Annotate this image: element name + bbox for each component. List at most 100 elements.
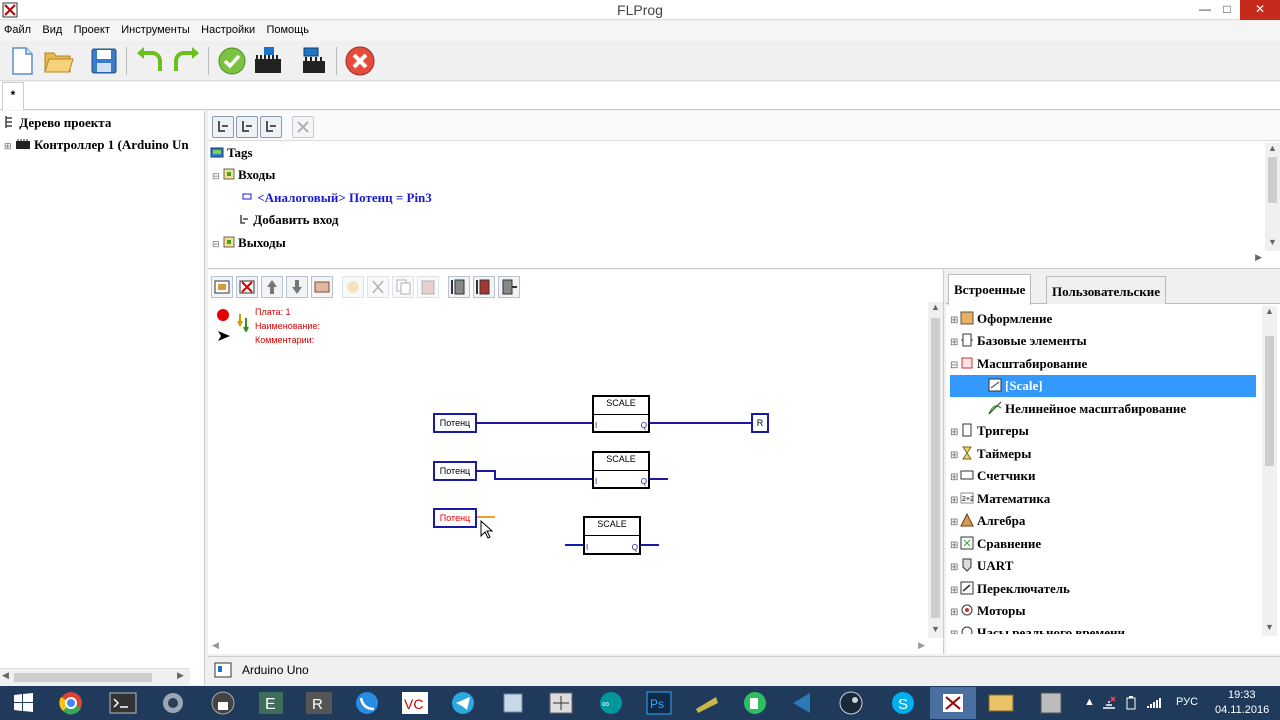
taskbar-active-flprog[interactable] xyxy=(930,687,976,719)
scrollbar-thumb[interactable] xyxy=(931,318,940,618)
copy-button[interactable] xyxy=(392,276,414,298)
clock-time[interactable]: 19:33 xyxy=(1228,689,1256,701)
compile-icon[interactable] xyxy=(252,45,284,77)
tags-outputs-group[interactable]: ⊟ Выходы xyxy=(212,235,286,255)
library-item[interactable]: Нелинейное масштабирование xyxy=(950,398,1256,420)
evernote-icon[interactable] xyxy=(736,689,774,717)
library-item[interactable]: ⊞ Часы реального времени xyxy=(950,622,1256,634)
connection-wire[interactable] xyxy=(650,422,752,424)
expand-icon[interactable]: ⊞ xyxy=(950,562,960,573)
tag-item-potentiometer[interactable]: <Аналоговый> Потенц = Pin3 xyxy=(242,190,432,210)
photoshop-icon[interactable]: Ps xyxy=(640,689,678,717)
upload-icon[interactable] xyxy=(298,45,330,77)
messenger-icon[interactable] xyxy=(154,689,192,717)
library-item[interactable]: ⊞ Моторы xyxy=(950,600,1256,622)
expand-icon[interactable]: ⊞ xyxy=(950,472,960,483)
expand-icon[interactable]: ⊞ xyxy=(950,517,960,528)
scroll-down-icon[interactable]: ▼ xyxy=(931,624,940,634)
open-folder-icon[interactable] xyxy=(42,45,74,77)
horizontal-scrollbar[interactable]: ◀ ▶ xyxy=(0,668,190,685)
connection-wire[interactable] xyxy=(477,422,593,424)
new-file-icon[interactable] xyxy=(6,45,38,77)
expand-icon[interactable]: ⊞ xyxy=(950,629,960,634)
tray-expand-icon[interactable]: ▲ xyxy=(1084,696,1095,708)
terminal-icon[interactable] xyxy=(104,689,142,717)
expand-icon[interactable]: ⊞ xyxy=(950,315,960,326)
tags-inputs-group[interactable]: ⊟ Входы xyxy=(212,167,275,187)
editor-e-icon[interactable]: E xyxy=(252,689,290,717)
menu-view[interactable]: Вид xyxy=(38,21,66,36)
add-input-button[interactable] xyxy=(212,116,234,138)
delete-board-button[interactable] xyxy=(236,276,258,298)
windows-start-icon[interactable] xyxy=(4,689,42,717)
menu-file[interactable]: Файл xyxy=(0,21,35,36)
maximize-button[interactable]: □ xyxy=(1212,0,1242,20)
delete-tag-button[interactable] xyxy=(292,116,314,138)
library-item[interactable]: ⊞ Счетчики xyxy=(950,465,1256,487)
block-input-pin[interactable]: I xyxy=(586,543,588,552)
library-item[interactable]: ⊞ Переключатель xyxy=(950,578,1256,600)
chrome-icon[interactable] xyxy=(52,689,90,717)
controller-icon[interactable] xyxy=(214,661,232,679)
library-item[interactable]: ⊞ Базовые элементы xyxy=(950,330,1256,352)
library-item-scale-selected[interactable]: [Scale] xyxy=(950,375,1256,397)
expand-icon[interactable]: ⊞ xyxy=(950,495,960,506)
add-variable-button[interactable] xyxy=(260,116,282,138)
scroll-up-icon[interactable]: ▲ xyxy=(1265,306,1274,316)
block-output-pin[interactable]: Q xyxy=(632,543,638,552)
steam-icon[interactable] xyxy=(832,689,870,717)
tree-item-project[interactable]: Дерево проекта xyxy=(4,115,111,135)
library-item[interactable]: ⊞ Алгебра xyxy=(950,510,1256,532)
scrollbar-thumb[interactable] xyxy=(1268,157,1277,203)
redo-icon[interactable] xyxy=(170,45,202,77)
tags-root[interactable]: Tags xyxy=(210,145,253,165)
library-item[interactable]: ⊟ Масштабирование xyxy=(950,353,1256,375)
board-properties-button[interactable] xyxy=(311,276,333,298)
dragging-wire[interactable] xyxy=(477,516,495,518)
scroll-up-icon[interactable]: ▲ xyxy=(931,302,940,312)
vc-app-icon[interactable]: VC xyxy=(396,689,434,717)
expand-icon[interactable]: ⊞ xyxy=(950,450,960,461)
diagram-horizontal-scrollbar[interactable]: ◀ ▶ xyxy=(208,638,929,654)
tags-vertical-scrollbar[interactable]: ▲ ▼ xyxy=(1265,143,1280,251)
wifi-signal-icon[interactable] xyxy=(1146,696,1162,710)
collapse-icon[interactable]: ⊟ xyxy=(950,360,960,371)
connection-wire[interactable] xyxy=(494,478,593,480)
menu-tools[interactable]: Инструменты xyxy=(117,21,194,36)
file-explorer-icon[interactable] xyxy=(982,689,1020,717)
block-output-pin[interactable]: Q xyxy=(641,477,647,486)
add-board-button[interactable] xyxy=(211,276,233,298)
network-tool-icon[interactable] xyxy=(494,689,532,717)
scroll-down-icon[interactable]: ▼ xyxy=(1268,237,1277,247)
clock-date[interactable]: 04.11.2016 xyxy=(1215,704,1269,716)
menu-project[interactable]: Проект xyxy=(70,21,114,36)
diagram-vertical-scrollbar[interactable]: ▲ ▼ xyxy=(928,302,943,638)
network-error-icon[interactable] xyxy=(1102,696,1116,710)
battery-icon[interactable] xyxy=(1124,696,1138,710)
arduino-ide-icon[interactable]: ∞ xyxy=(592,689,630,717)
notes-icon[interactable] xyxy=(688,689,726,717)
connection-wire[interactable] xyxy=(565,544,585,546)
cut-button[interactable] xyxy=(367,276,389,298)
scroll-right-icon[interactable]: ▶ xyxy=(1255,252,1262,263)
language-indicator[interactable]: РУС xyxy=(1176,696,1198,708)
block-output-pin[interactable]: Q xyxy=(641,421,647,430)
scroll-left-icon[interactable]: ◀ xyxy=(2,670,9,681)
expand-icon[interactable]: ⊞ xyxy=(950,540,960,551)
expand-icon[interactable]: ⊞ xyxy=(950,585,960,596)
rstudio-icon[interactable]: R xyxy=(300,689,338,717)
expand-icon[interactable]: ⊞ xyxy=(950,427,960,438)
board-active-icon[interactable] xyxy=(216,308,230,322)
move-down-button[interactable] xyxy=(286,276,308,298)
connection-wire[interactable] xyxy=(650,478,668,480)
check-icon[interactable] xyxy=(216,45,248,77)
library-item[interactable]: ⊞ Таймеры xyxy=(950,443,1256,465)
tab-builtin[interactable]: Встроенные xyxy=(948,274,1032,305)
expand-icon[interactable]: ⊞ xyxy=(950,607,960,618)
align-left-button[interactable] xyxy=(448,276,470,298)
paste-button[interactable] xyxy=(417,276,439,298)
collapse-icon[interactable]: ⊟ xyxy=(212,171,220,181)
scale-block[interactable]: SCALE I Q xyxy=(583,516,641,555)
close-button[interactable]: ✕ xyxy=(1240,0,1280,20)
board-comment[interactable]: Комментарии: xyxy=(255,335,314,345)
